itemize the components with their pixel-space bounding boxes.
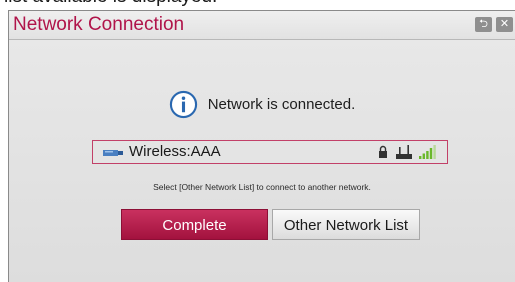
dialog-title: Network Connection xyxy=(13,14,185,35)
wireless-adapter-icon xyxy=(103,150,123,156)
hint-text: Select [Other Network List] to connect t… xyxy=(153,182,371,192)
info-icon xyxy=(169,90,197,118)
lock-icon xyxy=(379,145,387,158)
router-icon xyxy=(396,145,412,159)
network-list-item[interactable]: Wireless:AAA xyxy=(92,140,448,164)
network-name: Wireless:AAA xyxy=(129,143,221,160)
network-connection-dialog: Network Connection ⮌ ✕ Network is connec… xyxy=(8,10,515,282)
signal-strength-icon xyxy=(419,145,436,159)
back-arrow-icon[interactable]: ⮌ xyxy=(475,17,492,32)
cropped-caption-text: list available is displayed. xyxy=(0,0,515,8)
status-message: Network is connected. xyxy=(207,95,356,113)
close-icon[interactable]: ✕ xyxy=(496,17,513,32)
other-network-list-button[interactable]: Other Network List xyxy=(272,209,420,240)
dialog-title-bar: Network Connection ⮌ ✕ xyxy=(9,11,515,40)
status-message-row: Network is connected. xyxy=(9,89,515,119)
complete-button[interactable]: Complete xyxy=(121,209,268,240)
